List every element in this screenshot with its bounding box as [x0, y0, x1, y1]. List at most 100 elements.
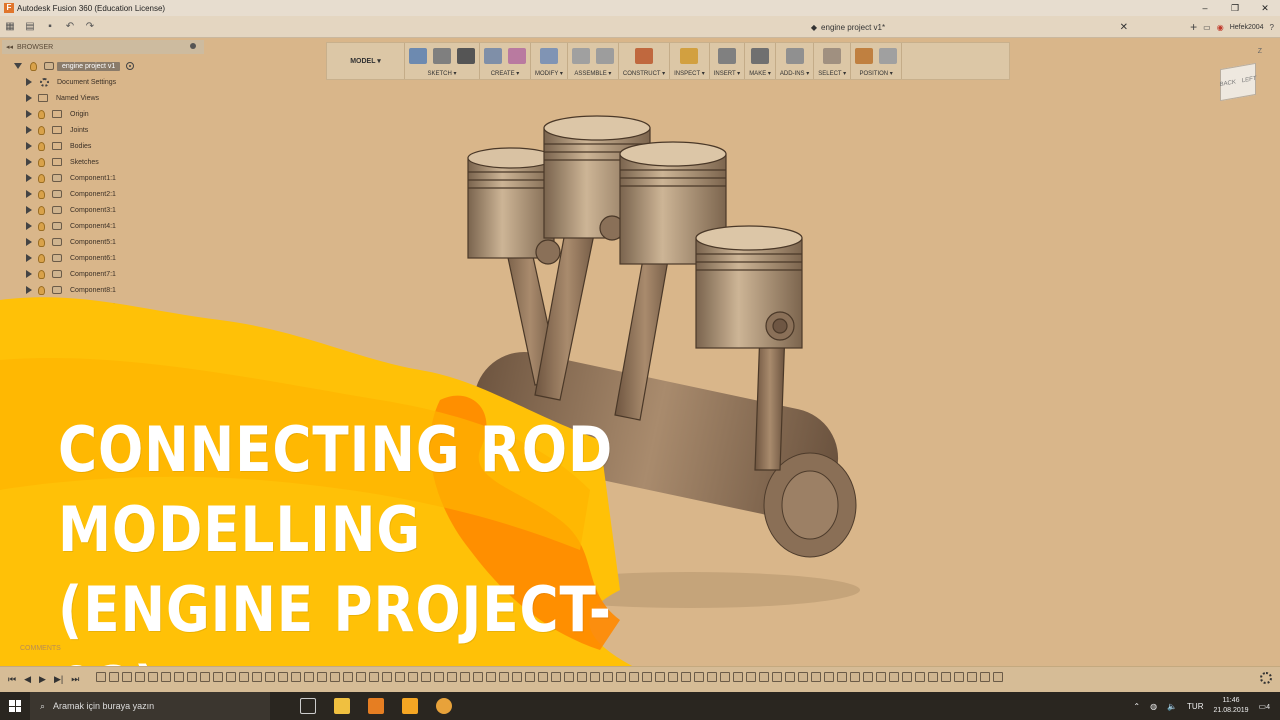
toolbar-tool-icon[interactable] — [717, 48, 736, 64]
timeline-feature-icon[interactable] — [564, 672, 574, 682]
timeline-feature-icon[interactable] — [187, 672, 197, 682]
timeline-feature-icon[interactable] — [863, 672, 873, 682]
timeline-feature-icon[interactable] — [616, 672, 626, 682]
visibility-bulb-icon[interactable] — [38, 205, 45, 215]
timeline-feature-icon[interactable] — [265, 672, 275, 682]
toolbar-group[interactable]: SELECT ▾ — [814, 43, 852, 79]
toolbar-tool-icon[interactable] — [457, 48, 475, 64]
timeline-feature-icon[interactable] — [96, 672, 106, 682]
task-view-icon[interactable] — [300, 698, 316, 714]
file-menu-icon[interactable]: ▤ — [20, 18, 40, 36]
timeline-feature-icon[interactable] — [330, 672, 340, 682]
play-icon[interactable]: ▶ — [39, 674, 46, 685]
toolbar-group-label[interactable]: INSPECT ▾ — [674, 70, 705, 77]
expand-triangle-icon[interactable] — [26, 222, 32, 230]
workspace-switcher[interactable]: MODEL ▾ — [327, 43, 405, 79]
tree-item[interactable]: Origin — [0, 106, 210, 122]
timeline-feature-icon[interactable] — [525, 672, 535, 682]
expand-triangle-icon[interactable] — [26, 110, 32, 118]
file-explorer-icon[interactable] — [334, 698, 350, 714]
timeline-feature-icon[interactable] — [239, 672, 249, 682]
tree-item[interactable]: Component3:1 — [0, 202, 210, 218]
collapse-icon[interactable]: ◂◂ — [6, 43, 13, 51]
tree-item[interactable]: Component4:1 — [0, 218, 210, 234]
start-button[interactable] — [0, 692, 30, 720]
visibility-bulb-icon[interactable] — [30, 61, 37, 71]
timeline-feature-icon[interactable] — [317, 672, 327, 682]
fusion-app-icon[interactable] — [368, 698, 384, 714]
toolbar-tool-icon[interactable] — [539, 48, 558, 64]
unreal-icon[interactable] — [402, 698, 418, 714]
timeline-feature-icon[interactable] — [954, 672, 964, 682]
timeline-feature-icon[interactable] — [915, 672, 925, 682]
timeline-feature-icon[interactable] — [577, 672, 587, 682]
help-icon[interactable]: ? — [1270, 23, 1274, 32]
timeline-feature-icon[interactable] — [707, 672, 717, 682]
tree-item[interactable]: Document Settings — [0, 74, 210, 90]
viewcube[interactable]: Z BACK LEFT — [1214, 48, 1264, 104]
taskbar-search[interactable]: ⌕ Aramak için buraya yazın — [30, 692, 270, 720]
browser-header[interactable]: ◂◂ BROWSER — [2, 40, 204, 54]
maximize-button[interactable]: ❐ — [1220, 0, 1250, 16]
visibility-bulb-icon[interactable] — [38, 173, 45, 183]
language-icon[interactable]: TUR — [1187, 702, 1203, 711]
timeline-feature-icon[interactable] — [512, 672, 522, 682]
timeline-feature-icon[interactable] — [590, 672, 600, 682]
tray-overflow-icon[interactable]: ⌃ — [1133, 702, 1140, 711]
toolbar-group-label[interactable]: ASSEMBLE ▾ — [574, 70, 611, 77]
toolbar-group[interactable]: ADD-INS ▾ — [776, 43, 815, 79]
toolbar-group[interactable]: POSITION ▾ — [851, 43, 903, 79]
minimize-button[interactable]: – — [1190, 0, 1220, 16]
clock[interactable]: 11:46 21.08.2019 — [1213, 696, 1248, 716]
go-to-start-icon[interactable]: ⏮ — [8, 674, 16, 685]
timeline-feature-icon[interactable] — [655, 672, 665, 682]
timeline-feature-icon[interactable] — [993, 672, 1003, 682]
timeline-feature-icon[interactable] — [343, 672, 353, 682]
toolbar-group-label[interactable]: MAKE ▾ — [749, 70, 771, 77]
toolbar-group[interactable]: ASSEMBLE ▾ — [568, 43, 619, 79]
timeline-feature-icon[interactable] — [811, 672, 821, 682]
tree-item[interactable]: Bodies — [0, 138, 210, 154]
expand-triangle-icon[interactable] — [26, 94, 32, 102]
toolbar-tool-icon[interactable] — [635, 48, 654, 64]
visibility-bulb-icon[interactable] — [38, 141, 45, 151]
step-forward-icon[interactable]: ▶| — [54, 674, 63, 685]
expand-triangle-icon[interactable] — [26, 158, 32, 166]
timeline-feature-icon[interactable] — [291, 672, 301, 682]
toolbar-tool-icon[interactable] — [855, 48, 874, 64]
timeline-feature-icon[interactable] — [902, 672, 912, 682]
timeline-feature-icon[interactable] — [356, 672, 366, 682]
toolbar-tool-icon[interactable] — [595, 48, 614, 64]
timeline-feature-icon[interactable] — [967, 672, 977, 682]
timeline-feature-icon[interactable] — [538, 672, 548, 682]
toolbar-tool-icon[interactable] — [751, 48, 770, 64]
toolbar-group-label[interactable]: SKETCH ▾ — [427, 70, 456, 77]
timeline-feature-icon[interactable] — [824, 672, 834, 682]
timeline-feature-icon[interactable] — [382, 672, 392, 682]
timeline-feature-icon[interactable] — [733, 672, 743, 682]
pin-icon[interactable] — [190, 43, 196, 49]
toolbar-group-label[interactable]: ADD-INS ▾ — [780, 70, 809, 77]
expand-triangle-icon[interactable] — [26, 190, 32, 198]
toolbar-group[interactable]: CONSTRUCT ▾ — [619, 43, 671, 79]
activate-radio-icon[interactable] — [126, 62, 135, 70]
chrome-icon[interactable] — [436, 698, 452, 714]
timeline-feature-icon[interactable] — [928, 672, 938, 682]
visibility-bulb-icon[interactable] — [38, 237, 45, 247]
timeline-feature-icon[interactable] — [122, 672, 132, 682]
visibility-bulb-icon[interactable] — [38, 269, 45, 279]
timeline-feature-icon[interactable] — [785, 672, 795, 682]
timeline-feature-icon[interactable] — [135, 672, 145, 682]
extensions-icon[interactable]: ◉ — [1217, 23, 1224, 32]
timeline-feature-icon[interactable] — [486, 672, 496, 682]
toolbar-group-label[interactable]: INSERT ▾ — [714, 70, 740, 77]
timeline-feature-icon[interactable] — [278, 672, 288, 682]
timeline-feature-icon[interactable] — [304, 672, 314, 682]
timeline-feature-icon[interactable] — [161, 672, 171, 682]
expand-triangle-icon[interactable] — [26, 238, 32, 246]
visibility-bulb-icon[interactable] — [38, 109, 45, 119]
visibility-bulb-icon[interactable] — [38, 125, 45, 135]
user-account[interactable]: Hefek2004 — [1230, 24, 1264, 31]
timeline-feature-icon[interactable] — [876, 672, 886, 682]
expand-triangle-icon[interactable] — [14, 63, 22, 69]
